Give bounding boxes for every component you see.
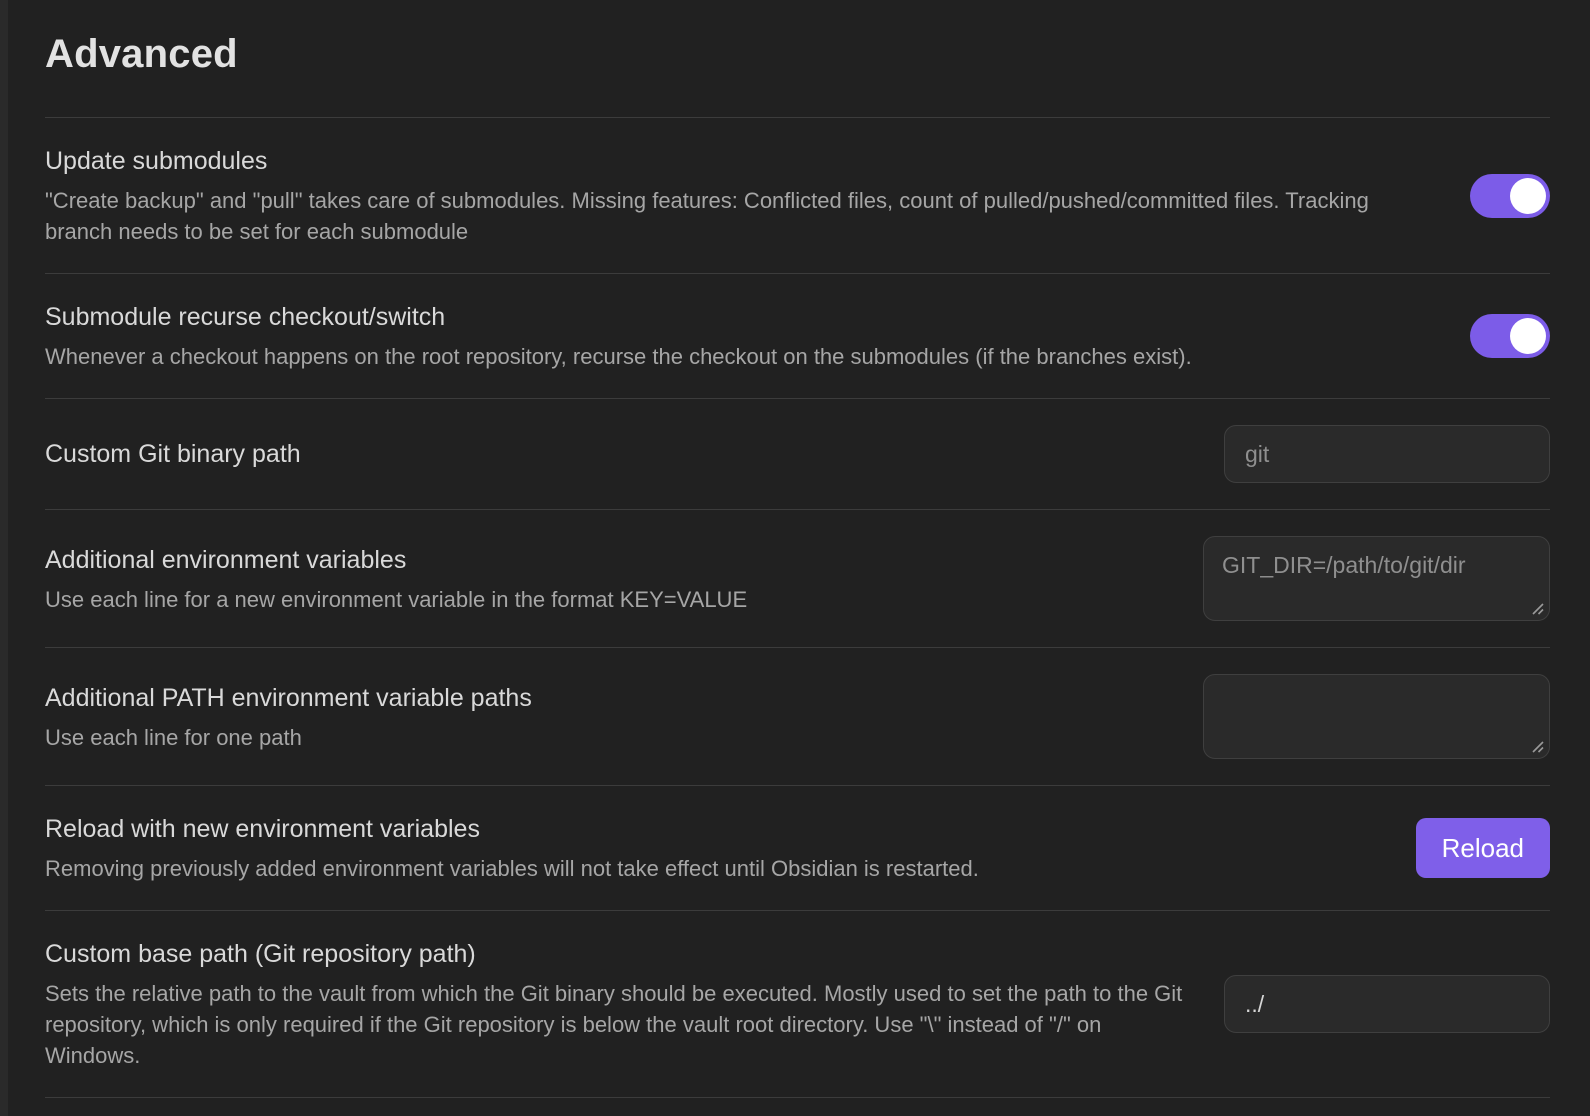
- setting-info: Additional environment variables Use eac…: [45, 543, 1167, 615]
- git-binary-path-input[interactable]: [1224, 425, 1550, 483]
- base-path-input[interactable]: [1224, 975, 1550, 1033]
- setting-row-reload-env: Reload with new environment variables Re…: [45, 785, 1550, 910]
- page-title: Advanced: [45, 0, 1550, 117]
- setting-description: Use each line for a new environment vari…: [45, 584, 1167, 615]
- update-submodules-toggle[interactable]: [1470, 174, 1550, 218]
- setting-control: [1203, 674, 1550, 759]
- setting-description: "Create backup" and "pull" takes care of…: [45, 185, 1434, 247]
- setting-control: [1224, 425, 1550, 483]
- env-variables-textarea[interactable]: [1203, 536, 1550, 621]
- toggle-knob: [1510, 178, 1546, 214]
- setting-control: [1203, 536, 1550, 621]
- setting-info: Custom base path (Git repository path) S…: [45, 937, 1188, 1071]
- path-env-paths-textarea[interactable]: [1203, 674, 1550, 759]
- settings-panel: Advanced Update submodules "Create backu…: [45, 0, 1550, 1098]
- setting-row-path-env-paths: Additional PATH environment variable pat…: [45, 647, 1550, 785]
- setting-control: [1224, 975, 1550, 1033]
- setting-description: Sets the relative path to the vault from…: [45, 978, 1188, 1071]
- textarea-wrapper: [1203, 674, 1550, 759]
- setting-description: Whenever a checkout happens on the root …: [45, 341, 1434, 372]
- reload-button[interactable]: Reload: [1416, 818, 1550, 878]
- resize-handle-icon[interactable]: [1529, 600, 1544, 615]
- setting-description: Use each line for one path: [45, 722, 1167, 753]
- setting-info: Reload with new environment variables Re…: [45, 812, 1380, 884]
- setting-control: [1470, 174, 1550, 218]
- setting-row-git-binary-path: Custom Git binary path: [45, 398, 1550, 509]
- setting-row-env-variables: Additional environment variables Use eac…: [45, 509, 1550, 647]
- setting-control: Reload: [1416, 818, 1550, 878]
- setting-name: Additional environment variables: [45, 543, 1167, 577]
- submodule-recurse-toggle[interactable]: [1470, 314, 1550, 358]
- panel-left-edge: [0, 0, 8, 1116]
- setting-name: Custom Git binary path: [45, 437, 1188, 471]
- setting-row-custom-base-path: Custom base path (Git repository path) S…: [45, 910, 1550, 1097]
- setting-name: Update submodules: [45, 144, 1434, 178]
- toggle-knob: [1510, 318, 1546, 354]
- setting-info: Custom Git binary path: [45, 437, 1188, 471]
- setting-name: Additional PATH environment variable pat…: [45, 681, 1167, 715]
- setting-row-submodule-recurse: Submodule recurse checkout/switch Whenev…: [45, 273, 1550, 398]
- setting-info: Submodule recurse checkout/switch Whenev…: [45, 300, 1434, 372]
- setting-control: [1470, 314, 1550, 358]
- setting-info: Additional PATH environment variable pat…: [45, 681, 1167, 753]
- textarea-wrapper: [1203, 536, 1550, 621]
- setting-description: Removing previously added environment va…: [45, 853, 1380, 884]
- section-divider: [45, 1097, 1550, 1098]
- resize-handle-icon[interactable]: [1529, 738, 1544, 753]
- setting-name: Reload with new environment variables: [45, 812, 1380, 846]
- setting-name: Submodule recurse checkout/switch: [45, 300, 1434, 334]
- setting-row-update-submodules: Update submodules "Create backup" and "p…: [45, 117, 1550, 273]
- setting-info: Update submodules "Create backup" and "p…: [45, 144, 1434, 247]
- setting-name: Custom base path (Git repository path): [45, 937, 1188, 971]
